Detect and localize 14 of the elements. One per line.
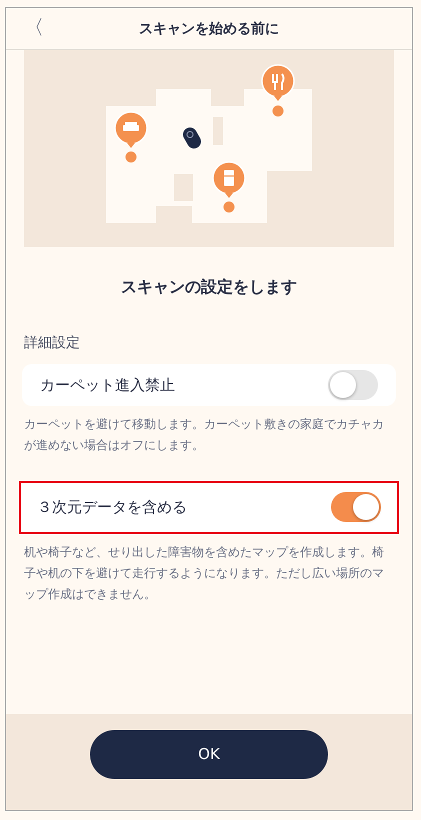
- section-label: 詳細設定: [24, 334, 81, 352]
- section-heading: スキャンの設定をします: [120, 277, 298, 298]
- toggle-switch[interactable]: [328, 370, 378, 400]
- back-button[interactable]: 〈: [24, 14, 44, 41]
- setting-label: カーペット進入禁止: [40, 376, 175, 394]
- fridge-pin-icon: [212, 161, 246, 212]
- sofa-pin-icon: [114, 111, 148, 162]
- setting-description: 机や椅子など、せり出した障害物を含めたマップを作成します。椅子や机の下を避けて走行するようになります。ただし広い場所のマップ作成はできません。: [24, 544, 385, 604]
- screen-title: スキャンを始める前に: [139, 20, 279, 38]
- setting-description: カーペットを避けて移動します。カーペット敷きの家庭でカチャカが進めない場合はオフにします。: [24, 416, 385, 454]
- setting-label: ３次元データを含める: [37, 498, 187, 517]
- ok-button[interactable]: OK: [90, 730, 328, 778]
- fork-knife-pin-icon: [261, 64, 295, 116]
- toggle-switch[interactable]: [331, 492, 381, 522]
